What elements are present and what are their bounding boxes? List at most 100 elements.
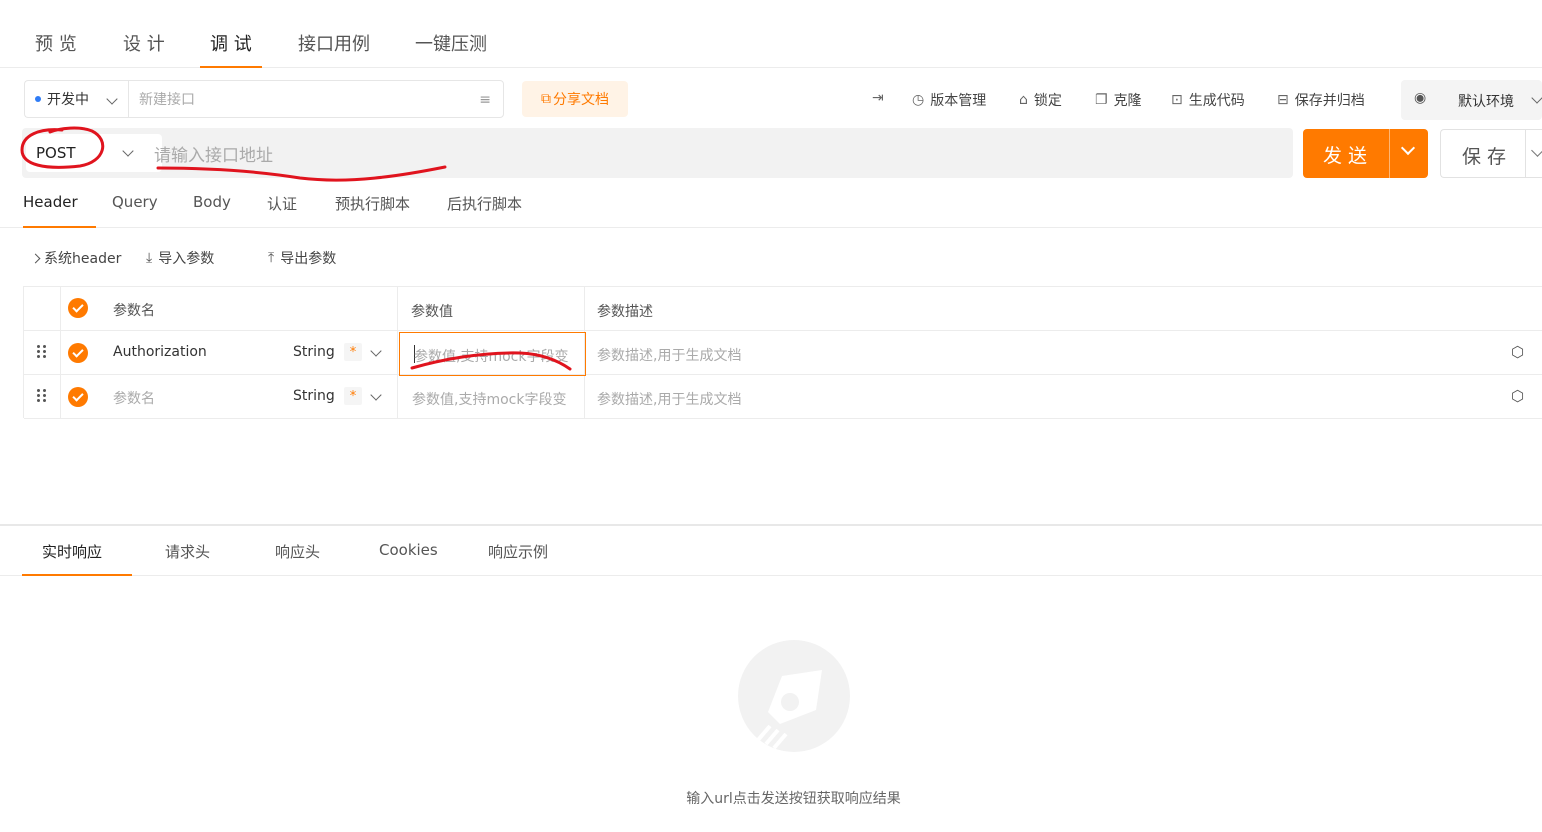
chevron-down-icon <box>122 145 134 157</box>
table-row: Authorization String * 参数值,支持mock字段变 参数描… <box>24 331 1542 376</box>
export-params-button[interactable]: ⤒ 导出参数 <box>268 248 336 268</box>
param-desc-input[interactable]: 参数描述,用于生成文档 <box>597 389 741 409</box>
select-all-checkbox[interactable] <box>68 298 88 318</box>
chevron-down-icon <box>1531 92 1542 104</box>
save-button[interactable]: 保 存 <box>1440 129 1542 178</box>
tab-post-script[interactable]: 后执行脚本 <box>447 193 522 228</box>
tab-pre-script[interactable]: 预执行脚本 <box>335 193 410 228</box>
required-toggle[interactable]: * <box>344 387 362 405</box>
cube-icon[interactable]: ⬡ <box>1511 387 1524 405</box>
tab-body[interactable]: Body <box>193 193 231 228</box>
tab-auth[interactable]: 认证 <box>267 193 297 228</box>
clock-icon: ◷ <box>912 92 925 108</box>
chevron-down-icon[interactable] <box>1531 144 1542 157</box>
lock-button[interactable]: ⌂ 锁定 <box>1019 90 1062 110</box>
toolbar: 开发中 新建接口 ≡ ⧉ 分享文档 ⇥ ◷ 版本管理 ⌂ 锁定 ❐ 克隆 ⊡ 生… <box>0 78 1542 122</box>
tab-request-headers[interactable]: 请求头 <box>165 541 210 576</box>
version-button[interactable]: ◷ 版本管理 <box>912 90 986 110</box>
param-type-select[interactable]: String <box>293 344 335 360</box>
param-value-input-focused[interactable]: 参数值,支持mock字段变 <box>399 332 586 376</box>
required-toggle[interactable]: * <box>344 343 362 361</box>
import-label: 导入参数 <box>158 251 215 267</box>
status-label: 开发中 <box>47 92 89 108</box>
gen-code-label: 生成代码 <box>1188 93 1245 109</box>
chevron-down-icon <box>106 93 118 105</box>
share-icon: ⧉ <box>541 91 551 107</box>
save-label: 保 存 <box>1462 146 1507 168</box>
row-checkbox[interactable] <box>68 343 88 363</box>
import-params-button[interactable]: ⤓ 导入参数 <box>146 248 214 268</box>
code-icon: ⊡ <box>1171 92 1183 108</box>
chevron-down-icon[interactable] <box>370 389 382 401</box>
lock-label: 锁定 <box>1033 93 1062 109</box>
tab-response-headers[interactable]: 响应头 <box>275 541 320 576</box>
tab-design[interactable]: 设 计 <box>123 30 165 68</box>
send-label: 发 送 <box>1323 145 1368 167</box>
status-select[interactable]: 开发中 <box>24 80 128 118</box>
tab-realtime-response[interactable]: 实时响应 <box>21 541 133 576</box>
chevron-down-icon[interactable] <box>370 345 382 357</box>
header-param-name: 参数名 <box>113 303 155 319</box>
url-bar: POST 请输入接口地址 <box>22 128 1293 178</box>
tab-response-example[interactable]: 响应示例 <box>488 541 548 576</box>
tab-query[interactable]: Query <box>112 193 158 228</box>
gen-code-button[interactable]: ⊡ 生成代码 <box>1171 90 1245 110</box>
save-archive-label: 保存并归档 <box>1294 93 1365 109</box>
tab-cookies[interactable]: Cookies <box>379 541 438 576</box>
download-icon: ⤓ <box>146 250 153 266</box>
url-input[interactable]: 请输入接口地址 <box>154 141 273 166</box>
param-value-placeholder: 参数值,支持mock字段变 <box>414 349 569 365</box>
param-name-input[interactable]: Authorization <box>113 344 207 360</box>
param-name-input[interactable]: 参数名 <box>113 388 155 408</box>
clone-label: 克隆 <box>1113 93 1142 109</box>
param-desc-input[interactable]: 参数描述,用于生成文档 <box>597 345 741 365</box>
empty-hint: 输入url点击发送按钮获取响应结果 <box>686 791 901 807</box>
tab-preview[interactable]: 预 览 <box>35 30 77 68</box>
param-value-input[interactable]: 参数值,支持mock字段变 <box>412 389 574 409</box>
tab-header[interactable]: Header <box>23 193 96 228</box>
method-select[interactable]: POST <box>26 134 162 172</box>
api-name-input[interactable]: 新建接口 ≡ <box>128 80 504 118</box>
panel-divider[interactable] <box>0 524 1542 526</box>
version-label: 版本管理 <box>930 93 987 109</box>
indent-icon: ⇥ <box>872 90 884 106</box>
method-label: POST <box>36 144 76 162</box>
param-type-select[interactable]: String <box>293 388 335 404</box>
upload-icon: ⤒ <box>268 250 275 266</box>
chevron-down-icon[interactable] <box>1400 140 1416 156</box>
export-label: 导出参数 <box>280 251 337 267</box>
request-tabs: Header Query Body 认证 预执行脚本 后执行脚本 <box>0 182 1542 228</box>
table-row: 参数名 String * 参数值,支持mock字段变 参数描述,用于生成文档 ⬡ <box>24 375 1542 419</box>
lock-icon: ⌂ <box>1019 92 1028 108</box>
top-tabs: 预 览 设 计 调 试 接口用例 一键压测 <box>0 0 1542 68</box>
save-divider <box>1525 130 1526 178</box>
rocket-empty-icon <box>738 640 850 752</box>
env-label: 默认环境 <box>1458 94 1514 110</box>
archive-icon: ⊟ <box>1277 92 1289 108</box>
drag-handle-icon[interactable] <box>37 389 47 403</box>
drag-handle-icon[interactable] <box>37 345 47 359</box>
status-dot <box>35 96 41 102</box>
tab-debug[interactable]: 调 试 <box>200 30 262 68</box>
share-doc-label: 分享文档 <box>553 92 609 108</box>
share-doc-button[interactable]: ⧉ 分享文档 <box>522 81 628 117</box>
eye-icon: ◉ <box>1414 90 1427 106</box>
response-tabs: 实时响应 请求头 响应头 Cookies 响应示例 <box>0 532 1542 576</box>
header-param-desc: 参数描述 <box>597 304 653 320</box>
cube-icon[interactable]: ⬡ <box>1511 343 1524 361</box>
save-archive-button[interactable]: ⊟ 保存并归档 <box>1277 90 1365 110</box>
outline-button[interactable]: ⇥ <box>872 90 890 106</box>
copy-icon: ❐ <box>1095 92 1108 108</box>
tab-api-cases[interactable]: 接口用例 <box>298 30 370 68</box>
send-button[interactable]: 发 送 <box>1303 129 1428 178</box>
tab-stress-test[interactable]: 一键压测 <box>415 30 487 68</box>
system-header-label: 系统header <box>44 251 122 267</box>
row-checkbox[interactable] <box>68 387 88 407</box>
param-table: 参数名 参数值 参数描述 Authorization String * 参数值,… <box>23 286 1542 419</box>
chevron-right-icon <box>30 253 41 263</box>
clone-button[interactable]: ❐ 克隆 <box>1095 90 1142 110</box>
param-tools: 系统header ⤓ 导入参数 ⤒ 导出参数 <box>0 246 600 270</box>
system-header-toggle[interactable]: 系统header <box>30 248 122 268</box>
env-select[interactable]: ◉ 默认环境 <box>1401 80 1542 120</box>
edit-icon: ≡ <box>479 92 491 108</box>
